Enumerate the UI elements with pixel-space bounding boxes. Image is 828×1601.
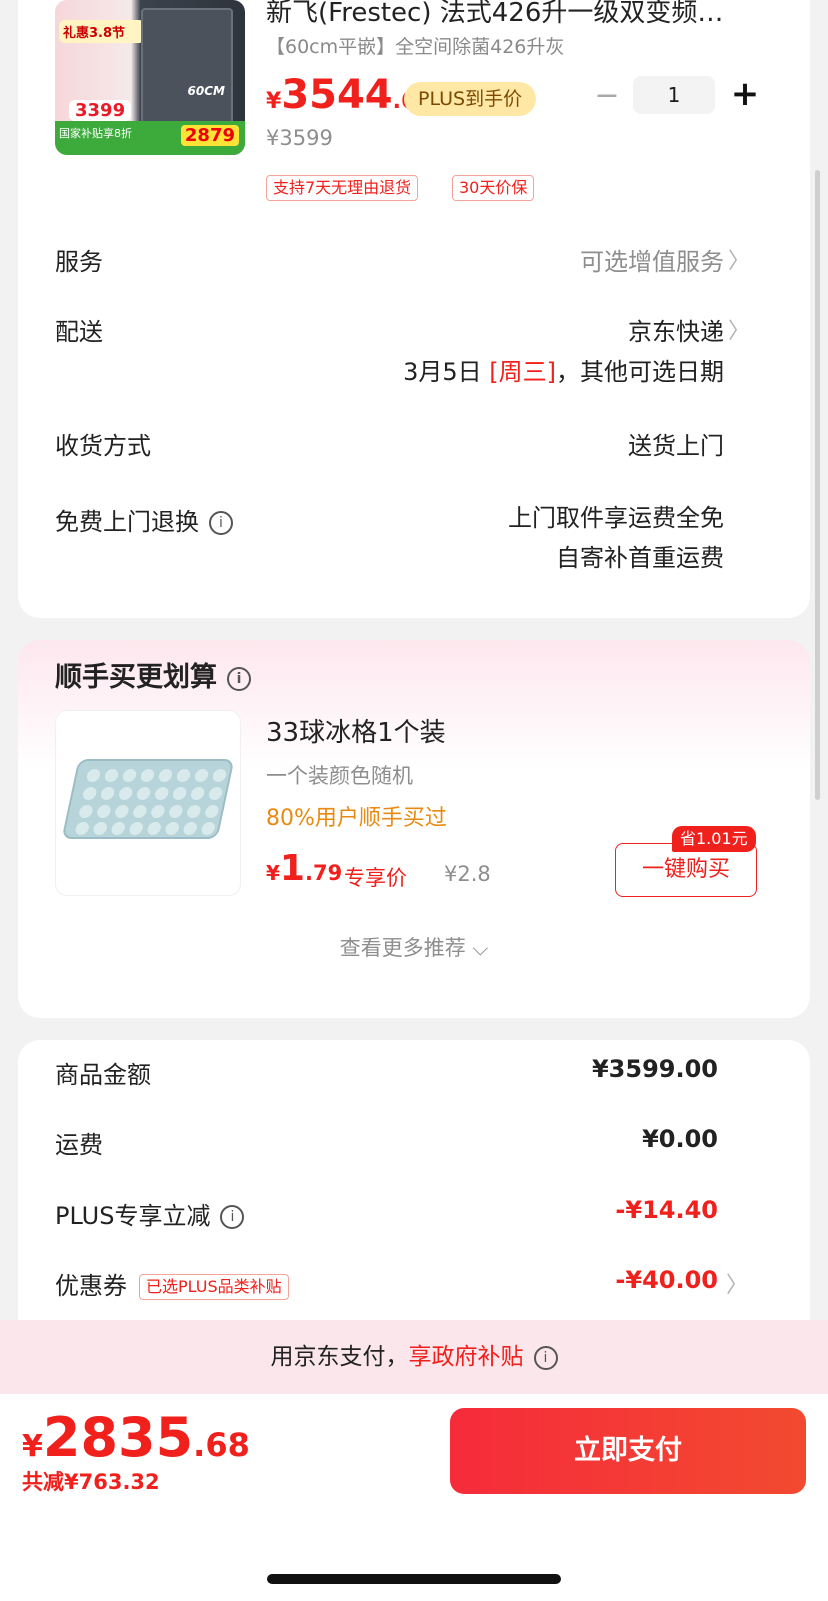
return-badge: 支持7天无理由退货 [266,175,419,201]
recommend-price: ¥1.79 [266,848,342,889]
promo-tag: 礼惠3.8节 [59,20,145,43]
band-price: 2879 [180,125,239,146]
price-protect-badge: 30天价保 [452,175,535,201]
service-value[interactable]: 可选增值服务 [580,242,724,277]
price-integer: 3544 [281,72,393,118]
plus-discount-label: PLUS专享立减 i [55,1196,245,1231]
chevron-right-icon[interactable]: 〉 [728,313,750,345]
recommend-title: 顺手买更划算 i [55,655,251,694]
receive-method-value[interactable]: 送货上门 [628,426,724,461]
quantity-plus-button[interactable]: + [730,74,760,114]
plus-price-badge: PLUS到手价 [404,82,537,116]
ice-tray-illustration [61,759,235,839]
delivery-value[interactable]: 京东快递 [628,312,724,347]
product-image[interactable]: 礼惠3.8节 3399 60CM 国家补贴享8折 2879 [55,0,245,155]
checkout-bar: ¥2835.68 共减¥763.32 立即支付 [0,1394,828,1601]
quantity-input[interactable]: 1 [633,76,715,114]
more-recommend-link[interactable]: 查看更多推荐 ⌵ [18,932,810,962]
save-amount-tag: 省1.01元 [672,826,756,852]
info-icon[interactable]: i [533,1345,558,1370]
recommend-price-label: 专享价 [344,866,407,890]
coupon-label: 优惠券 已选PLUS品类补贴 [55,1266,289,1301]
goods-amount-value: ¥3599.00 [591,1055,718,1083]
coupon-text: 优惠券 [55,1272,127,1300]
coupon-value[interactable]: -¥40.00 [615,1266,718,1294]
shipping-label: 运费 [55,1131,103,1159]
product-card: 礼惠3.8节 3399 60CM 国家补贴享8折 2879 新飞(Frestec… [18,0,810,618]
promo-price: 3399 [69,100,132,121]
subsidy-prefix: 用京东支付， [270,1344,409,1370]
rec-price-integer: 1 [279,848,305,889]
chevron-right-icon[interactable]: 〉 [726,1267,748,1299]
coupon-selected-tag: 已选PLUS品类补贴 [139,1274,289,1300]
recommend-item-title[interactable]: 33球冰格1个装 [266,712,446,749]
goods-amount-label: 商品金额 [55,1061,151,1089]
delivery-label: 配送 [55,318,103,346]
quantity-minus-button[interactable]: − [592,78,622,113]
plus-discount-value: -¥14.40 [615,1196,718,1224]
free-return-line1: 上门取件享运费全免 [508,504,724,532]
size-label: 60CM [187,84,225,98]
total-saved: 共减¥763.32 [22,1470,160,1494]
rec-price-currency: ¥ [266,861,280,885]
chevron-right-icon[interactable]: 〉 [728,243,750,275]
info-icon[interactable]: i [220,1205,245,1229]
product-price: ¥3544.6 [266,72,416,118]
info-icon[interactable]: i [227,666,251,691]
band-text: 国家补贴享8折 [59,127,132,140]
delivery-date-prefix: 3月5日 [403,358,490,386]
delivery-weekday: [周三] [489,358,556,386]
plus-discount-text: PLUS专享立减 [55,1202,211,1230]
original-price: ¥3599 [266,126,333,150]
subsidy-bar[interactable]: 用京东支付，享政府补贴 i [0,1320,828,1394]
info-icon[interactable]: i [209,511,233,535]
product-title[interactable]: 新飞(Frestec) 法式426升一级双变频… [266,0,796,29]
recommend-item-subtitle: 一个装颜色随机 [266,764,413,788]
recommend-original-price: ¥2.8 [444,862,491,886]
delivery-date-suffix: ，其他可选日期 [556,358,724,386]
recommend-image[interactable] [55,710,241,896]
subsidy-highlight: 享政府补贴 [408,1344,524,1370]
total-integer: 2835 [42,1406,194,1469]
receive-method-label: 收货方式 [55,432,151,460]
delivery-date[interactable]: 3月5日 [周三]，其他可选日期 [403,352,724,387]
total-currency: ¥ [22,1429,43,1464]
product-subtitle: 【60cm平嵌】全空间除菌426升灰 [266,36,565,58]
recommend-title-text: 顺手买更划算 [55,662,217,693]
total-price: ¥2835.68 [22,1406,250,1469]
free-return-line2: 自寄补首重运费 [556,544,724,572]
total-decimal: .68 [193,1426,250,1464]
rec-price-decimal: .79 [304,861,343,885]
recommend-bought-rate: 80%用户顺手买过 [266,806,447,831]
free-return-text: 免费上门退换 [55,508,199,536]
free-return-label: 免费上门退换 i [55,502,233,537]
scrollbar[interactable] [815,170,820,800]
pay-now-button[interactable]: 立即支付 [450,1408,806,1494]
home-indicator[interactable] [267,1574,561,1584]
price-currency: ¥ [266,89,282,114]
subsidy-band: 国家补贴享8折 2879 [55,121,245,155]
recommend-card: 顺手买更划算 i 33球冰格1个装 一个装颜色随机 80%用户顺手买过 ¥1.79… [18,640,810,1018]
service-label: 服务 [55,248,103,276]
shipping-value: ¥0.00 [642,1125,718,1153]
fridge-illustration: 60CM [141,8,233,128]
